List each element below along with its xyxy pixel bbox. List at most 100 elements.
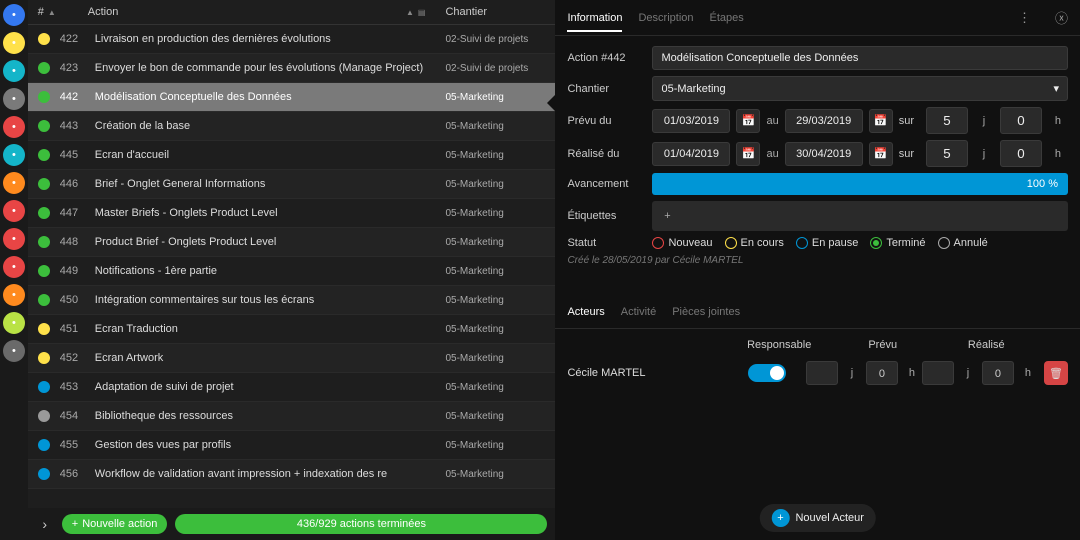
- sidebar-icon-8[interactable]: •: [3, 228, 25, 250]
- prevu-j-input[interactable]: [926, 107, 968, 134]
- table-row[interactable]: 448Product Brief - Onglets Product Level…: [28, 228, 556, 257]
- status-dot: [38, 323, 50, 335]
- prevu-to-input[interactable]: [785, 109, 863, 133]
- table-row[interactable]: 451Ecran Traduction05-Marketing: [28, 315, 556, 344]
- progress-bar[interactable]: 100 %: [652, 173, 1068, 195]
- table-row[interactable]: 445Ecran d'accueil05-Marketing: [28, 141, 556, 170]
- add-tag-button[interactable]: +: [655, 204, 679, 228]
- table-row[interactable]: 450Intégration commentaires sur tous les…: [28, 286, 556, 315]
- sidebar-icon-6[interactable]: •: [3, 172, 25, 194]
- status-group: Nouveau En cours En pause Terminé Annulé: [652, 237, 1068, 249]
- status-dot: [38, 149, 50, 161]
- sidebar-icon-4[interactable]: •: [3, 116, 25, 138]
- chevron-down-icon: ▾: [1053, 82, 1059, 95]
- expand-icon[interactable]: ›: [36, 516, 54, 532]
- prevu-h-input[interactable]: [1000, 107, 1042, 134]
- realise-to-input[interactable]: [785, 142, 863, 166]
- sidebar-icon-0[interactable]: •: [3, 4, 25, 26]
- row-chantier: 05-Marketing: [445, 440, 545, 451]
- table-row[interactable]: 456Workflow de validation avant impressi…: [28, 460, 556, 489]
- table-row[interactable]: 455Gestion des vues par profils05-Market…: [28, 431, 556, 460]
- row-action: Ecran Traduction: [95, 323, 446, 335]
- status-dot: [38, 207, 50, 219]
- table-row[interactable]: 423Envoyer le bon de commande pour les é…: [28, 54, 556, 83]
- tab-etapes[interactable]: Étapes: [710, 12, 744, 24]
- sidebar-icon-7[interactable]: •: [3, 200, 25, 222]
- status-dot: [38, 410, 50, 422]
- tab-description[interactable]: Description: [638, 12, 693, 24]
- actor-realise-j[interactable]: [922, 361, 954, 385]
- actor-name: Cécile MARTEL: [567, 367, 727, 379]
- table-row[interactable]: 442Modélisation Conceptuelle des Données…: [28, 83, 556, 112]
- calendar-icon[interactable]: 📅: [736, 109, 760, 133]
- col-action[interactable]: Action: [88, 6, 402, 18]
- sidebar-icon-1[interactable]: •: [3, 32, 25, 54]
- more-icon[interactable]: ⋮: [1018, 10, 1031, 26]
- row-action: Product Brief - Onglets Product Level: [95, 236, 446, 248]
- label-prevu: Prévu du: [567, 115, 652, 127]
- close-icon[interactable]: ⓧ: [1055, 8, 1068, 27]
- sidebar-icon-12[interactable]: •: [3, 340, 25, 362]
- status-dot: [38, 294, 50, 306]
- unit-j: j: [974, 115, 994, 127]
- row-action: Bibliotheque des ressources: [95, 410, 446, 422]
- status-en pause[interactable]: En pause: [796, 237, 858, 249]
- new-actor-button[interactable]: + Nouvel Acteur: [759, 504, 875, 532]
- realise-h-input[interactable]: [1000, 140, 1042, 167]
- table-row[interactable]: 422Livraison en production des dernières…: [28, 25, 556, 54]
- col-chantier[interactable]: Chantier: [445, 6, 545, 18]
- table-row[interactable]: 453Adaptation de suivi de projet05-Marke…: [28, 373, 556, 402]
- tab-information[interactable]: Information: [567, 12, 622, 32]
- sidebar-icon-3[interactable]: •: [3, 88, 25, 110]
- table-row[interactable]: 452Ecran Artwork05-Marketing: [28, 344, 556, 373]
- table-row[interactable]: 449Notifications - 1ère partie05-Marketi…: [28, 257, 556, 286]
- status-nouveau[interactable]: Nouveau: [652, 237, 712, 249]
- detail-tabs: Information Description Étapes ⋮ ⓧ: [555, 0, 1080, 36]
- row-action: Brief - Onglet General Informations: [95, 178, 446, 190]
- progress-badge: 436/929 actions terminées: [175, 514, 547, 534]
- status-dot: [38, 381, 50, 393]
- sidebar-icon-2[interactable]: •: [3, 60, 25, 82]
- row-num: 447: [60, 207, 95, 219]
- label-au: au: [766, 148, 778, 160]
- table-row[interactable]: 454Bibliotheque des ressources05-Marketi…: [28, 402, 556, 431]
- sidebar-icon-9[interactable]: •: [3, 256, 25, 278]
- sidebar-icon-5[interactable]: •: [3, 144, 25, 166]
- status-terminé[interactable]: Terminé: [870, 237, 925, 249]
- chantier-select[interactable]: 05-Marketing▾: [652, 76, 1068, 101]
- col-num[interactable]: #▲: [38, 6, 88, 18]
- sidebar-icon-10[interactable]: •: [3, 284, 25, 306]
- subtab-pieces-jointes[interactable]: Pièces jointes: [672, 306, 740, 318]
- status-annulé[interactable]: Annulé: [938, 237, 988, 249]
- label-avancement: Avancement: [567, 178, 652, 190]
- col-prevu: Prévu: [831, 339, 935, 351]
- responsable-toggle[interactable]: [748, 364, 786, 382]
- actor-realise-h[interactable]: 0: [982, 361, 1014, 385]
- calendar-icon[interactable]: 📅: [869, 109, 893, 133]
- subtab-acteurs[interactable]: Acteurs: [567, 306, 604, 318]
- row-chantier: 05-Marketing: [445, 382, 545, 393]
- subtab-activite[interactable]: Activité: [621, 306, 656, 318]
- actor-prevu-h[interactable]: 0: [866, 361, 898, 385]
- actor-prevu-j[interactable]: [806, 361, 838, 385]
- realise-from-input[interactable]: [652, 142, 730, 166]
- delete-actor-button[interactable]: 🗑: [1044, 361, 1068, 385]
- unit-j: j: [974, 148, 994, 160]
- calendar-icon[interactable]: 📅: [869, 142, 893, 166]
- row-num: 452: [60, 352, 95, 364]
- filter-icon[interactable]: ▤: [418, 8, 426, 17]
- status-en cours[interactable]: En cours: [725, 237, 784, 249]
- new-action-button[interactable]: +Nouvelle action: [62, 514, 168, 534]
- status-dot: [38, 352, 50, 364]
- prevu-from-input[interactable]: [652, 109, 730, 133]
- sidebar-icon-11[interactable]: •: [3, 312, 25, 334]
- row-num: 443: [60, 120, 95, 132]
- status-dot: [38, 439, 50, 451]
- table-row[interactable]: 446Brief - Onglet General Informations05…: [28, 170, 556, 199]
- realise-j-input[interactable]: [926, 140, 968, 167]
- calendar-icon[interactable]: 📅: [736, 142, 760, 166]
- unit-h: h: [1048, 115, 1068, 127]
- table-row[interactable]: 443Création de la base05-Marketing: [28, 112, 556, 141]
- action-title-input[interactable]: [652, 46, 1068, 70]
- table-row[interactable]: 447Master Briefs - Onglets Product Level…: [28, 199, 556, 228]
